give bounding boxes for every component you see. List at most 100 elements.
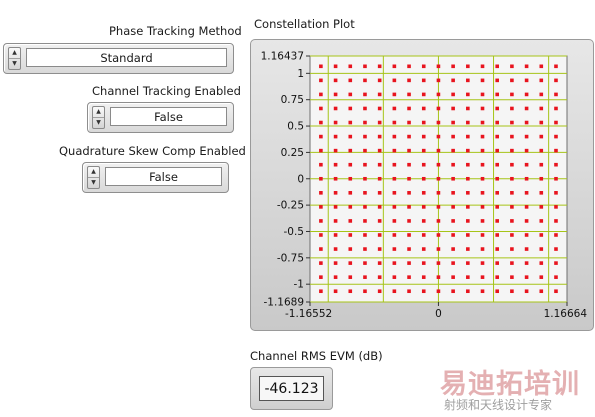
- constellation-point: [436, 92, 441, 97]
- constellation-point: [421, 64, 426, 69]
- constellation-point: [436, 148, 441, 153]
- constellation-point: [319, 191, 323, 195]
- constellation-point: [451, 247, 455, 251]
- constellation-point: [333, 148, 338, 153]
- constellation-point: [480, 191, 485, 195]
- constellation-point: [392, 92, 397, 97]
- constellation-point: [333, 78, 338, 83]
- constellation-point: [407, 120, 411, 125]
- constellation-point: [539, 233, 544, 237]
- channel-tracking-ring[interactable]: ▲ ▼ False: [87, 102, 234, 133]
- constellation-point: [451, 78, 455, 83]
- constellation-point: [539, 120, 544, 125]
- constellation-point: [554, 106, 558, 111]
- constellation-point: [495, 120, 500, 125]
- constellation-plot[interactable]: 1.16437 1 0.75 0.5 0.25 0 -0.25 -0.5 -0.75 -1 -1.1…: [251, 40, 593, 330]
- constellation-point: [451, 106, 455, 111]
- constellation-point: [407, 219, 411, 223]
- watermark-logo: 易迪拓培训 射频和天线设计专家: [432, 362, 592, 414]
- constellation-point: [510, 134, 514, 139]
- constellation-point: [436, 162, 441, 167]
- y-tick-label: 0.5: [287, 121, 304, 133]
- constellation-point: [554, 64, 558, 69]
- constellation-point: [451, 233, 455, 237]
- constellation-point: [363, 64, 367, 69]
- constellation-point: [348, 162, 353, 167]
- channel-tracking-value[interactable]: False: [110, 107, 227, 126]
- constellation-graph[interactable]: 1.16437 1 0.75 0.5 0.25 0 -0.25 -0.5 -0.75 -1 -1.1…: [250, 39, 594, 331]
- constellation-point: [436, 120, 441, 125]
- constellation-point: [392, 106, 397, 111]
- constellation-point: [510, 162, 514, 167]
- constellation-point: [319, 78, 323, 83]
- constellation-point: [436, 233, 441, 237]
- constellation-point: [319, 261, 323, 265]
- constellation-point: [392, 148, 397, 153]
- constellation-point: [480, 148, 485, 153]
- constellation-point: [480, 261, 485, 265]
- quadrature-skew-ring[interactable]: ▲ ▼ False: [82, 162, 229, 193]
- constellation-point: [348, 289, 353, 294]
- constellation-point: [363, 219, 367, 223]
- increment-arrow-icon[interactable]: ▲: [93, 107, 104, 118]
- constellation-point: [524, 219, 529, 223]
- watermark-subtext: 射频和天线设计专家: [444, 398, 553, 412]
- constellation-point: [466, 289, 470, 294]
- constellation-point: [480, 247, 485, 251]
- constellation-point: [421, 148, 426, 153]
- quadrature-skew-value[interactable]: False: [105, 167, 222, 186]
- increment-arrow-icon[interactable]: ▲: [88, 167, 99, 178]
- constellation-point: [348, 92, 353, 97]
- constellation-point: [510, 176, 514, 181]
- constellation-point: [495, 191, 500, 195]
- constellation-point: [421, 219, 426, 223]
- constellation-point: [466, 233, 470, 237]
- constellation-point: [554, 120, 558, 125]
- constellation-point: [436, 176, 441, 181]
- constellation-point: [436, 134, 441, 139]
- constellation-point: [392, 176, 397, 181]
- constellation-point: [407, 134, 411, 139]
- constellation-point: [436, 261, 441, 265]
- constellation-point: [451, 219, 455, 223]
- constellation-point: [510, 191, 514, 195]
- constellation-point: [495, 275, 500, 279]
- constellation-point: [436, 219, 441, 223]
- constellation-point: [466, 92, 470, 97]
- constellation-point: [554, 219, 558, 223]
- decrement-arrow-icon[interactable]: ▼: [9, 59, 20, 70]
- constellation-point: [421, 106, 426, 111]
- constellation-point: [319, 176, 323, 181]
- constellation-point: [524, 233, 529, 237]
- constellation-point: [451, 289, 455, 294]
- quadrature-skew-incdec[interactable]: ▲ ▼: [87, 166, 100, 189]
- constellation-point: [319, 148, 323, 153]
- constellation-point: [495, 64, 500, 69]
- constellation-point: [539, 64, 544, 69]
- constellation-point: [554, 289, 558, 294]
- constellation-point: [495, 92, 500, 97]
- constellation-point: [466, 275, 470, 279]
- decrement-arrow-icon[interactable]: ▼: [93, 118, 104, 129]
- constellation-point: [377, 78, 382, 83]
- channel-tracking-incdec[interactable]: ▲ ▼: [92, 106, 105, 129]
- constellation-point: [495, 247, 500, 251]
- y-tick-label: -1.1689: [263, 297, 304, 309]
- phase-tracking-value[interactable]: Standard: [26, 48, 227, 67]
- constellation-point: [377, 176, 382, 181]
- constellation-point: [377, 120, 382, 125]
- constellation-point: [495, 162, 500, 167]
- phase-tracking-incdec[interactable]: ▲ ▼: [8, 47, 21, 70]
- constellation-point: [554, 247, 558, 251]
- constellation-point: [480, 134, 485, 139]
- channel-tracking-label: Channel Tracking Enabled: [92, 84, 241, 98]
- decrement-arrow-icon[interactable]: ▼: [88, 178, 99, 189]
- constellation-point: [480, 92, 485, 97]
- phase-tracking-ring[interactable]: ▲ ▼ Standard: [3, 43, 234, 74]
- constellation-point: [466, 162, 470, 167]
- constellation-point: [539, 191, 544, 195]
- constellation-point: [466, 64, 470, 69]
- constellation-point: [554, 261, 558, 265]
- increment-arrow-icon[interactable]: ▲: [9, 48, 20, 59]
- constellation-point: [539, 148, 544, 153]
